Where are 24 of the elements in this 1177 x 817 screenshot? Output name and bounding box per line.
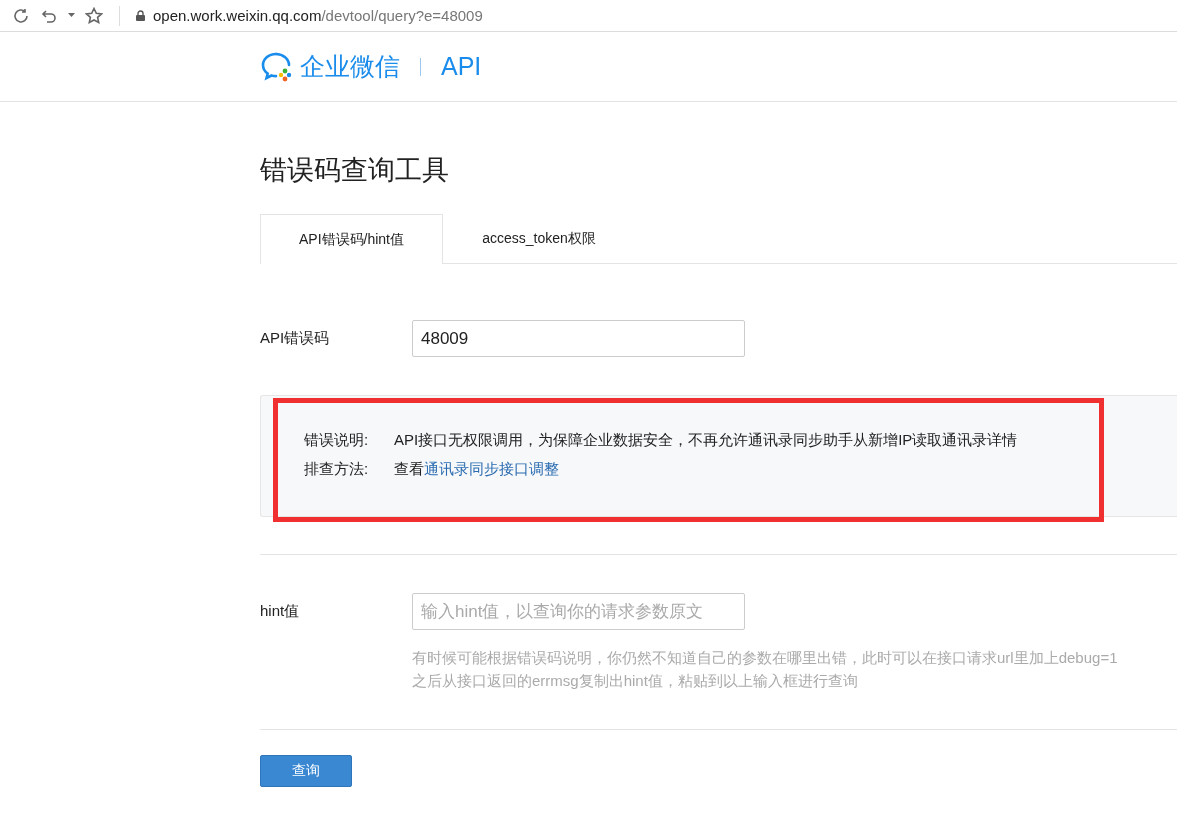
brand-name: 企业微信 (300, 51, 400, 82)
star-icon[interactable] (85, 6, 103, 25)
tab[interactable]: access_token权限 (443, 214, 635, 263)
url-host[interactable]: open.work.weixin.qq.com (153, 7, 322, 24)
result-label: 排查方法: (304, 460, 370, 479)
field-label: API错误码 (260, 329, 331, 348)
query-button[interactable]: 查询 (260, 755, 352, 787)
error-code-input[interactable]: 48009 (412, 320, 745, 357)
hint-input[interactable]: 输入hint值，以查询你的请求参数原文 (412, 593, 745, 630)
field-label: hint值 (260, 602, 301, 621)
tab[interactable]: API错误码/hint值 (260, 214, 443, 264)
result-text: API接口无权限调用，为保障企业数据安全，不再允许通讯录同步助手从新增IP读取通讯录详情 (394, 431, 1018, 450)
help-text: 有时候可能根据错误码说明，你仍然不知道自己的参数在哪里出错，此时可以在接口请求url里加上debug=1 (412, 648, 1119, 668)
product-name: API (441, 52, 482, 81)
lock-icon (136, 10, 145, 21)
page-title: 错误码查询工具 (260, 154, 450, 187)
reload-icon[interactable] (12, 6, 30, 25)
result-label: 错误说明: (304, 431, 370, 450)
help-text: 之后从接口返回的errmsg复制出hint值，粘贴到以上输入框进行查询 (412, 671, 859, 691)
result-text: 查看通讯录同步接口调整 (394, 460, 559, 479)
url-path[interactable]: /devtool/query?e=48009 (321, 7, 483, 24)
caret-icon[interactable] (68, 13, 75, 18)
doc-link[interactable]: 通讯录同步接口调整 (424, 460, 559, 477)
logo-icon (260, 50, 292, 83)
